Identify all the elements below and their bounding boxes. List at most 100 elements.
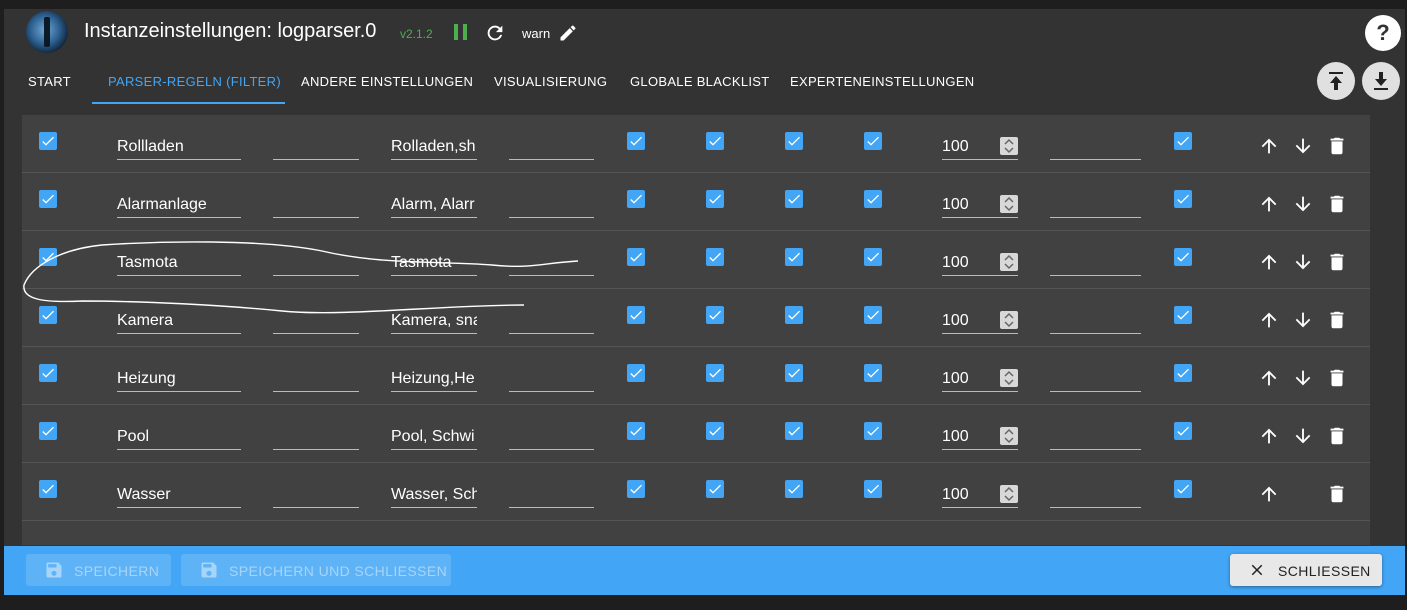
rule-field-2[interactable] bbox=[273, 424, 359, 450]
rule-name-field[interactable]: Kamera bbox=[117, 308, 241, 334]
rule-option-4-checkbox[interactable] bbox=[864, 306, 882, 324]
rule-option-4-checkbox[interactable] bbox=[864, 422, 882, 440]
move-down-icon[interactable] bbox=[1292, 367, 1314, 389]
rule-option-3-checkbox[interactable] bbox=[785, 364, 803, 382]
pause-icon[interactable] bbox=[454, 24, 468, 40]
rule-field-6[interactable] bbox=[1050, 134, 1141, 160]
edit-icon[interactable] bbox=[558, 23, 578, 43]
rule-number-input[interactable]: 100 bbox=[942, 250, 1018, 276]
rule-name-field[interactable]: Pool bbox=[117, 424, 241, 450]
rule-field-2[interactable] bbox=[273, 366, 359, 392]
rule-option-2-checkbox[interactable] bbox=[706, 480, 724, 498]
rule-field-2[interactable] bbox=[273, 250, 359, 276]
delete-icon[interactable] bbox=[1326, 425, 1348, 447]
rule-filter-field[interactable]: Pool, Schwi bbox=[391, 424, 477, 450]
move-up-icon[interactable] bbox=[1258, 425, 1280, 447]
rule-option-5-checkbox[interactable] bbox=[1174, 480, 1192, 498]
tab-visualization[interactable]: VISUALISIERUNG bbox=[494, 74, 607, 89]
rule-option-4-checkbox[interactable] bbox=[864, 480, 882, 498]
rule-number-input[interactable]: 100 bbox=[942, 308, 1018, 334]
rule-option-3-checkbox[interactable] bbox=[785, 422, 803, 440]
rule-field-2[interactable] bbox=[273, 482, 359, 508]
rule-number-input[interactable]: 100 bbox=[942, 192, 1018, 218]
reload-icon[interactable] bbox=[484, 22, 506, 44]
stepper-icon[interactable] bbox=[1000, 311, 1018, 329]
tab-parser-rules[interactable]: PARSER-REGELN (FILTER) bbox=[108, 74, 281, 89]
move-down-icon[interactable] bbox=[1292, 251, 1314, 273]
rule-field-6[interactable] bbox=[1050, 482, 1141, 508]
tab-other-settings[interactable]: ANDERE EINSTELLUNGEN bbox=[301, 74, 473, 89]
rule-option-4-checkbox[interactable] bbox=[864, 364, 882, 382]
delete-icon[interactable] bbox=[1326, 251, 1348, 273]
rule-active-checkbox[interactable] bbox=[39, 364, 57, 382]
rule-option-1-checkbox[interactable] bbox=[627, 306, 645, 324]
rule-name-field[interactable]: Heizung bbox=[117, 366, 241, 392]
close-button[interactable]: SCHLIESSEN bbox=[1230, 554, 1382, 586]
rule-option-4-checkbox[interactable] bbox=[864, 248, 882, 266]
rule-field-6[interactable] bbox=[1050, 308, 1141, 334]
rule-option-5-checkbox[interactable] bbox=[1174, 306, 1192, 324]
rule-option-5-checkbox[interactable] bbox=[1174, 422, 1192, 440]
rule-option-1-checkbox[interactable] bbox=[627, 190, 645, 208]
move-up-icon[interactable] bbox=[1258, 309, 1280, 331]
rule-filter-field[interactable]: Alarm, Alarr bbox=[391, 192, 477, 218]
rule-number-input[interactable]: 100 bbox=[942, 366, 1018, 392]
rule-option-1-checkbox[interactable] bbox=[627, 364, 645, 382]
rule-number-input[interactable]: 100 bbox=[942, 482, 1018, 508]
move-up-icon[interactable] bbox=[1258, 483, 1280, 505]
rule-option-2-checkbox[interactable] bbox=[706, 190, 724, 208]
rule-field-6[interactable] bbox=[1050, 192, 1141, 218]
rule-field-2[interactable] bbox=[273, 192, 359, 218]
rule-option-1-checkbox[interactable] bbox=[627, 480, 645, 498]
tab-expert-settings[interactable]: EXPERTENEINSTELLUNGEN bbox=[790, 74, 975, 89]
rule-active-checkbox[interactable] bbox=[39, 190, 57, 208]
rule-field-6[interactable] bbox=[1050, 366, 1141, 392]
rule-field-4[interactable] bbox=[509, 482, 594, 508]
move-up-icon[interactable] bbox=[1258, 367, 1280, 389]
rule-field-2[interactable] bbox=[273, 134, 359, 160]
rule-field-4[interactable] bbox=[509, 366, 594, 392]
tab-global-blacklist[interactable]: GLOBALE BLACKLIST bbox=[630, 74, 770, 89]
rule-name-field[interactable]: Alarmanlage bbox=[117, 192, 241, 218]
rule-option-3-checkbox[interactable] bbox=[785, 248, 803, 266]
rule-option-5-checkbox[interactable] bbox=[1174, 364, 1192, 382]
delete-icon[interactable] bbox=[1326, 367, 1348, 389]
rule-field-4[interactable] bbox=[509, 424, 594, 450]
tab-start[interactable]: START bbox=[28, 74, 71, 89]
rule-name-field[interactable]: Wasser bbox=[117, 482, 241, 508]
rule-filter-field[interactable]: Rolladen,sh bbox=[391, 134, 477, 160]
rule-name-field[interactable]: Tasmota bbox=[117, 250, 241, 276]
rule-filter-field[interactable]: Heizung,He bbox=[391, 366, 477, 392]
rule-active-checkbox[interactable] bbox=[39, 422, 57, 440]
rule-option-2-checkbox[interactable] bbox=[706, 306, 724, 324]
move-up-icon[interactable] bbox=[1258, 135, 1280, 157]
rule-option-5-checkbox[interactable] bbox=[1174, 132, 1192, 150]
stepper-icon[interactable] bbox=[1000, 427, 1018, 445]
save-and-close-button[interactable]: SPEICHERN UND SCHLIESSEN bbox=[181, 554, 451, 586]
rule-field-6[interactable] bbox=[1050, 250, 1141, 276]
upload-button[interactable] bbox=[1317, 62, 1355, 100]
delete-icon[interactable] bbox=[1326, 309, 1348, 331]
rule-field-4[interactable] bbox=[509, 250, 594, 276]
rule-option-3-checkbox[interactable] bbox=[785, 306, 803, 324]
rule-active-checkbox[interactable] bbox=[39, 248, 57, 266]
rule-option-1-checkbox[interactable] bbox=[627, 132, 645, 150]
rule-number-input[interactable]: 100 bbox=[942, 424, 1018, 450]
rule-option-1-checkbox[interactable] bbox=[627, 248, 645, 266]
rule-option-4-checkbox[interactable] bbox=[864, 132, 882, 150]
rule-option-5-checkbox[interactable] bbox=[1174, 248, 1192, 266]
move-down-icon[interactable] bbox=[1292, 193, 1314, 215]
rule-option-5-checkbox[interactable] bbox=[1174, 190, 1192, 208]
rule-field-6[interactable] bbox=[1050, 424, 1141, 450]
rule-name-field[interactable]: Rollladen bbox=[117, 134, 241, 160]
rule-option-3-checkbox[interactable] bbox=[785, 132, 803, 150]
move-up-icon[interactable] bbox=[1258, 251, 1280, 273]
stepper-icon[interactable] bbox=[1000, 137, 1018, 155]
rule-field-4[interactable] bbox=[509, 308, 594, 334]
save-button[interactable]: SPEICHERN bbox=[26, 554, 171, 586]
delete-icon[interactable] bbox=[1326, 135, 1348, 157]
move-down-icon[interactable] bbox=[1292, 425, 1314, 447]
stepper-icon[interactable] bbox=[1000, 369, 1018, 387]
stepper-icon[interactable] bbox=[1000, 485, 1018, 503]
rule-option-1-checkbox[interactable] bbox=[627, 422, 645, 440]
